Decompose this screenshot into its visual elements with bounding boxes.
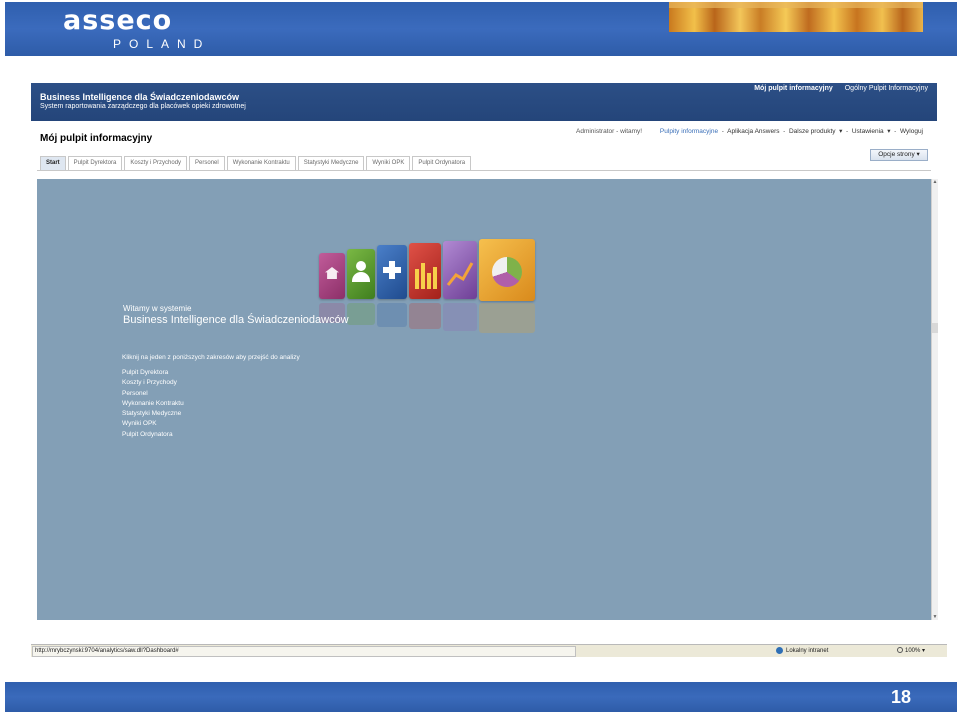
top-links: Mój pulpit informacyjny Ogólny Pulpit In… xyxy=(744,85,928,93)
tab-pulpit-ordynatora[interactable]: Pulpit Ordynatora xyxy=(412,156,472,171)
asseco-logo: asseco xyxy=(63,5,173,36)
tab-pulpit-dyrektora[interactable]: Pulpit Dyrektora xyxy=(67,156,123,171)
logo-subtitle: POLAND xyxy=(113,37,211,51)
bi-application: Business Intelligence dla Świadczeniodaw… xyxy=(31,83,938,641)
status-url: http://mrybczynski:9704/analytics/saw.dl… xyxy=(32,646,576,657)
tab-wyniki-opk[interactable]: Wyniki OPK xyxy=(366,156,411,171)
page-title: Mój pulpit informacyjny xyxy=(40,133,153,144)
page-options-label: Opcje strony xyxy=(878,151,915,158)
nav-more-products[interactable]: Dalsze produkty xyxy=(789,128,836,135)
chevron-down-icon: ▾ xyxy=(916,151,920,158)
nav-settings[interactable]: Ustawienia xyxy=(852,128,884,135)
scroll-thumb[interactable] xyxy=(932,323,938,333)
tab-divider xyxy=(37,170,931,171)
chevron-down-icon: ▾ xyxy=(922,648,926,654)
link-koszty-i-przychody[interactable]: Koszty i Przychody xyxy=(122,378,184,388)
zoom-level[interactable]: 100% ▾ xyxy=(897,646,925,656)
tab-wykonanie-kontraktu[interactable]: Wykonanie Kontraktu xyxy=(226,156,296,171)
nav-separator: - xyxy=(781,128,788,135)
link-pulpit-dyrektora[interactable]: Pulpit Dyrektora xyxy=(122,368,184,378)
link-personel[interactable]: Personel xyxy=(122,389,184,399)
nav-separator: - xyxy=(719,128,726,135)
welcome-line-2: Business Intelligence dla Świadczeniodaw… xyxy=(123,314,349,326)
tab-koszty-i-przychody[interactable]: Koszty i Przychody xyxy=(124,156,188,171)
link-pulpit-ordynatora[interactable]: Pulpit Ordynatora xyxy=(122,430,184,440)
app-banner: Business Intelligence dla Świadczeniodaw… xyxy=(31,83,937,121)
chevron-down-icon[interactable]: ▾ xyxy=(885,128,890,135)
nav-logout[interactable]: Wyloguj xyxy=(900,128,923,135)
top-link-my-dashboard[interactable]: Mój pulpit informacyjny xyxy=(754,85,833,92)
link-statystyki-medyczne[interactable]: Statystyki Medyczne xyxy=(122,409,184,419)
slide-page-number: 18 xyxy=(890,687,911,707)
zoom-icon xyxy=(897,647,903,654)
module-icons xyxy=(319,239,539,349)
pie-chart-icon xyxy=(479,239,535,301)
tab-start[interactable]: Start xyxy=(40,156,66,171)
slide-footer: 18 xyxy=(5,682,957,712)
welcome-text: Administrator - witamy! xyxy=(576,128,643,135)
zoom-label: 100% xyxy=(905,648,921,654)
nav-answers[interactable]: Aplikacja Answers xyxy=(727,128,779,135)
line-chart-icon xyxy=(443,241,477,299)
tab-statystyki-medyczne[interactable]: Statystyki Medyczne xyxy=(297,156,365,171)
instruction-text: Kliknij na jeden z poniższych zakresów a… xyxy=(122,354,300,361)
scroll-down-icon[interactable]: ▼ xyxy=(932,614,938,620)
app-subtitle: System raportowania zarządczego dla plac… xyxy=(40,103,246,110)
browser-status-bar: http://mrybczynski:9704/analytics/saw.dl… xyxy=(31,644,947,657)
vertical-scrollbar[interactable]: ▲ ▼ xyxy=(931,179,938,620)
dashboard-content: Witamy w systemie Business Intelligence … xyxy=(37,179,931,620)
tab-personel[interactable]: Personel xyxy=(189,156,225,171)
app-title: Business Intelligence dla Świadczeniodaw… xyxy=(40,92,240,102)
nav-separator: - xyxy=(844,128,851,135)
slide-header: asseco POLAND xyxy=(5,2,957,56)
page-options-button[interactable]: Opcje strony ▾ xyxy=(870,149,928,161)
dashboard-tabs: Start Pulpit Dyrektora Koszty i Przychod… xyxy=(40,156,472,171)
security-zone: Lokalny intranet xyxy=(776,646,828,656)
module-links: Pulpit Dyrektora Koszty i Przychody Pers… xyxy=(122,368,184,440)
globe-icon xyxy=(776,646,783,654)
link-wykonanie-kontraktu[interactable]: Wykonanie Kontraktu xyxy=(122,399,184,409)
user-nav: Administrator - witamy! Pulpity informac… xyxy=(576,128,923,136)
link-wyniki-opk[interactable]: Wyniki OPK xyxy=(122,419,184,429)
people-icon xyxy=(347,249,375,299)
zone-label: Lokalny intranet xyxy=(786,648,829,654)
nav-dashboards[interactable]: Pulpity informacyjne xyxy=(660,128,718,135)
nav-separator: - xyxy=(892,128,899,135)
medical-cross-icon xyxy=(377,245,407,299)
home-icon xyxy=(319,253,345,299)
chevron-down-icon[interactable]: ▾ xyxy=(837,128,842,135)
pillars-image xyxy=(669,2,923,32)
top-link-general-dashboard[interactable]: Ogólny Pulpit Informacyjny xyxy=(845,85,928,92)
bar-chart-icon xyxy=(409,243,441,299)
scroll-up-icon[interactable]: ▲ xyxy=(932,179,938,185)
welcome-line-1: Witamy w systemie xyxy=(123,304,192,313)
